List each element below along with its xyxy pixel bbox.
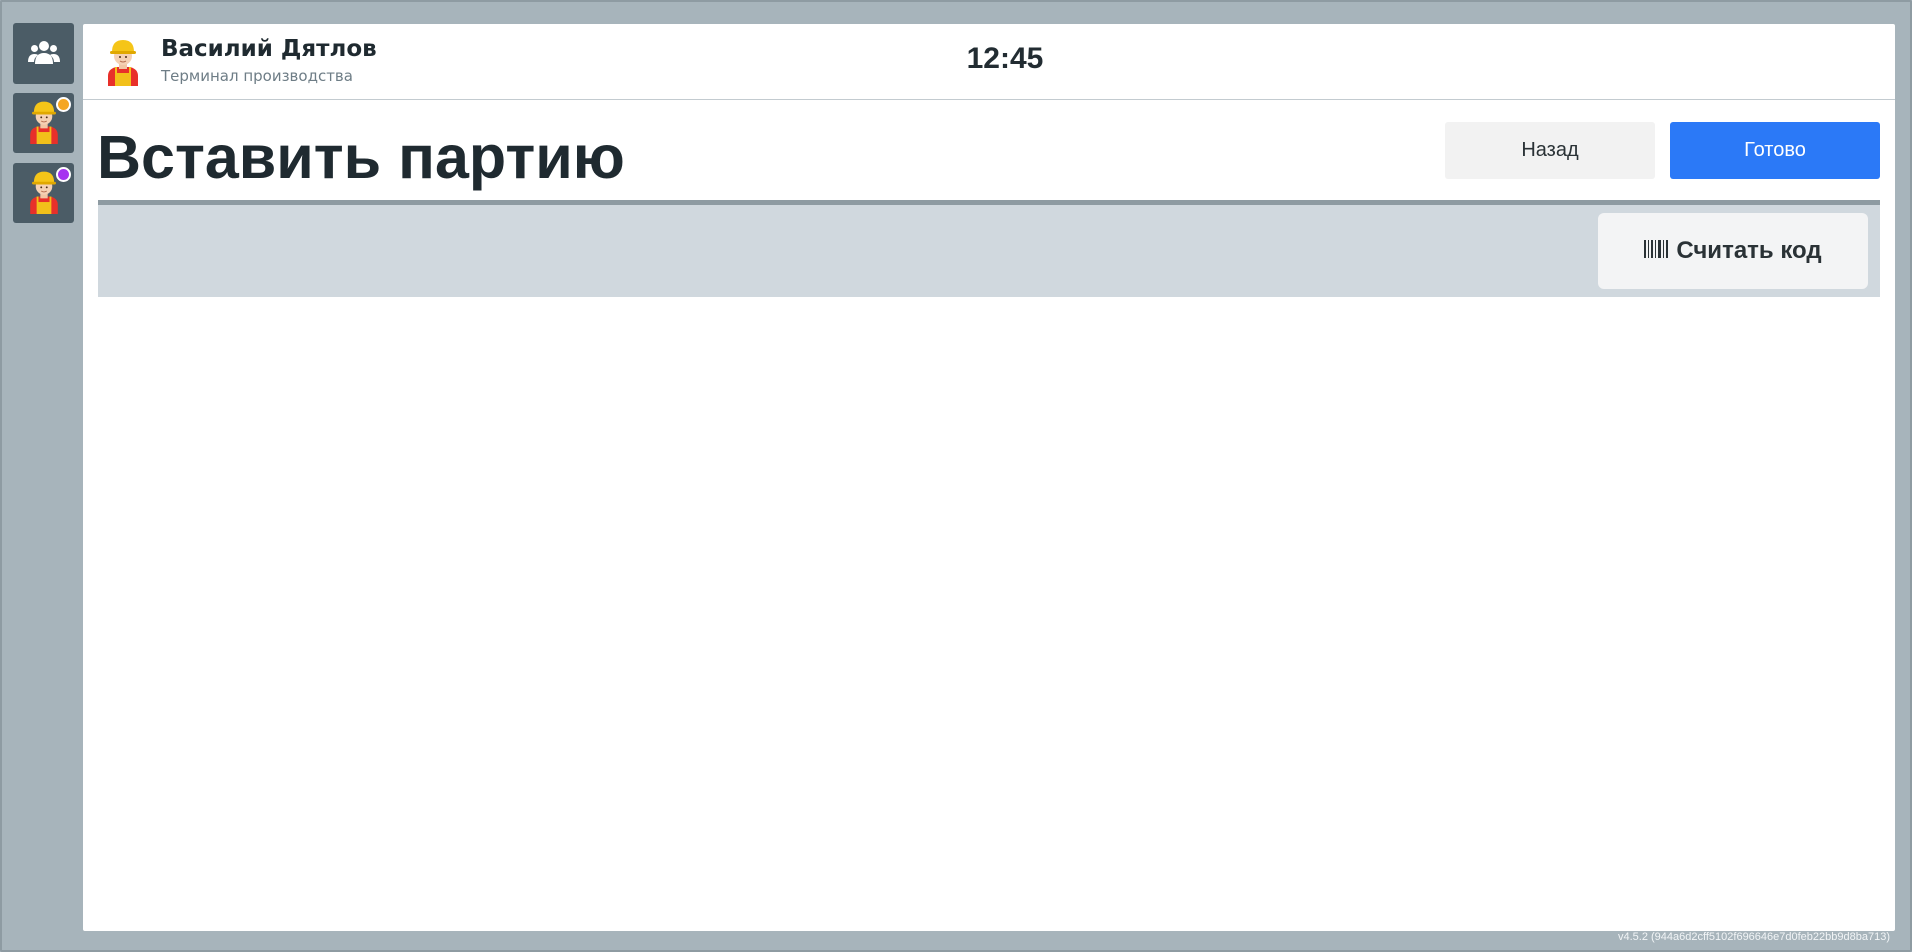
status-dot-orange xyxy=(56,97,71,112)
rail-user-2[interactable] xyxy=(13,163,74,223)
user-name: Василий Дятлов xyxy=(161,36,377,62)
top-bar: Василий Дятлов Терминал производства 12:… xyxy=(83,24,1895,100)
back-button[interactable]: Назад xyxy=(1445,122,1655,179)
version-label: v4.5.2 (944a6d2cff5102f696646e7d0feb22bb… xyxy=(1618,931,1890,943)
scan-code-button[interactable]: Считать код xyxy=(1598,213,1868,289)
barcode-icon xyxy=(1644,239,1670,263)
main-panel: Василий Дятлов Терминал производства 12:… xyxy=(83,24,1895,931)
app-frame: Василий Дятлов Терминал производства 12:… xyxy=(0,0,1912,952)
status-dot-purple xyxy=(56,167,71,182)
page-title: Вставить партию xyxy=(97,123,625,191)
user-avatar-icon xyxy=(98,36,148,86)
user-role: Терминал производства xyxy=(161,67,353,85)
scan-toolbar: Считать код xyxy=(98,205,1880,297)
rail-user-1[interactable] xyxy=(13,93,74,153)
left-rail xyxy=(13,23,74,233)
clock: 12:45 xyxy=(966,42,1044,75)
done-button[interactable]: Готово xyxy=(1670,122,1880,179)
team-button[interactable] xyxy=(13,23,74,84)
scan-code-label: Считать код xyxy=(1676,237,1822,264)
team-icon xyxy=(27,39,60,69)
